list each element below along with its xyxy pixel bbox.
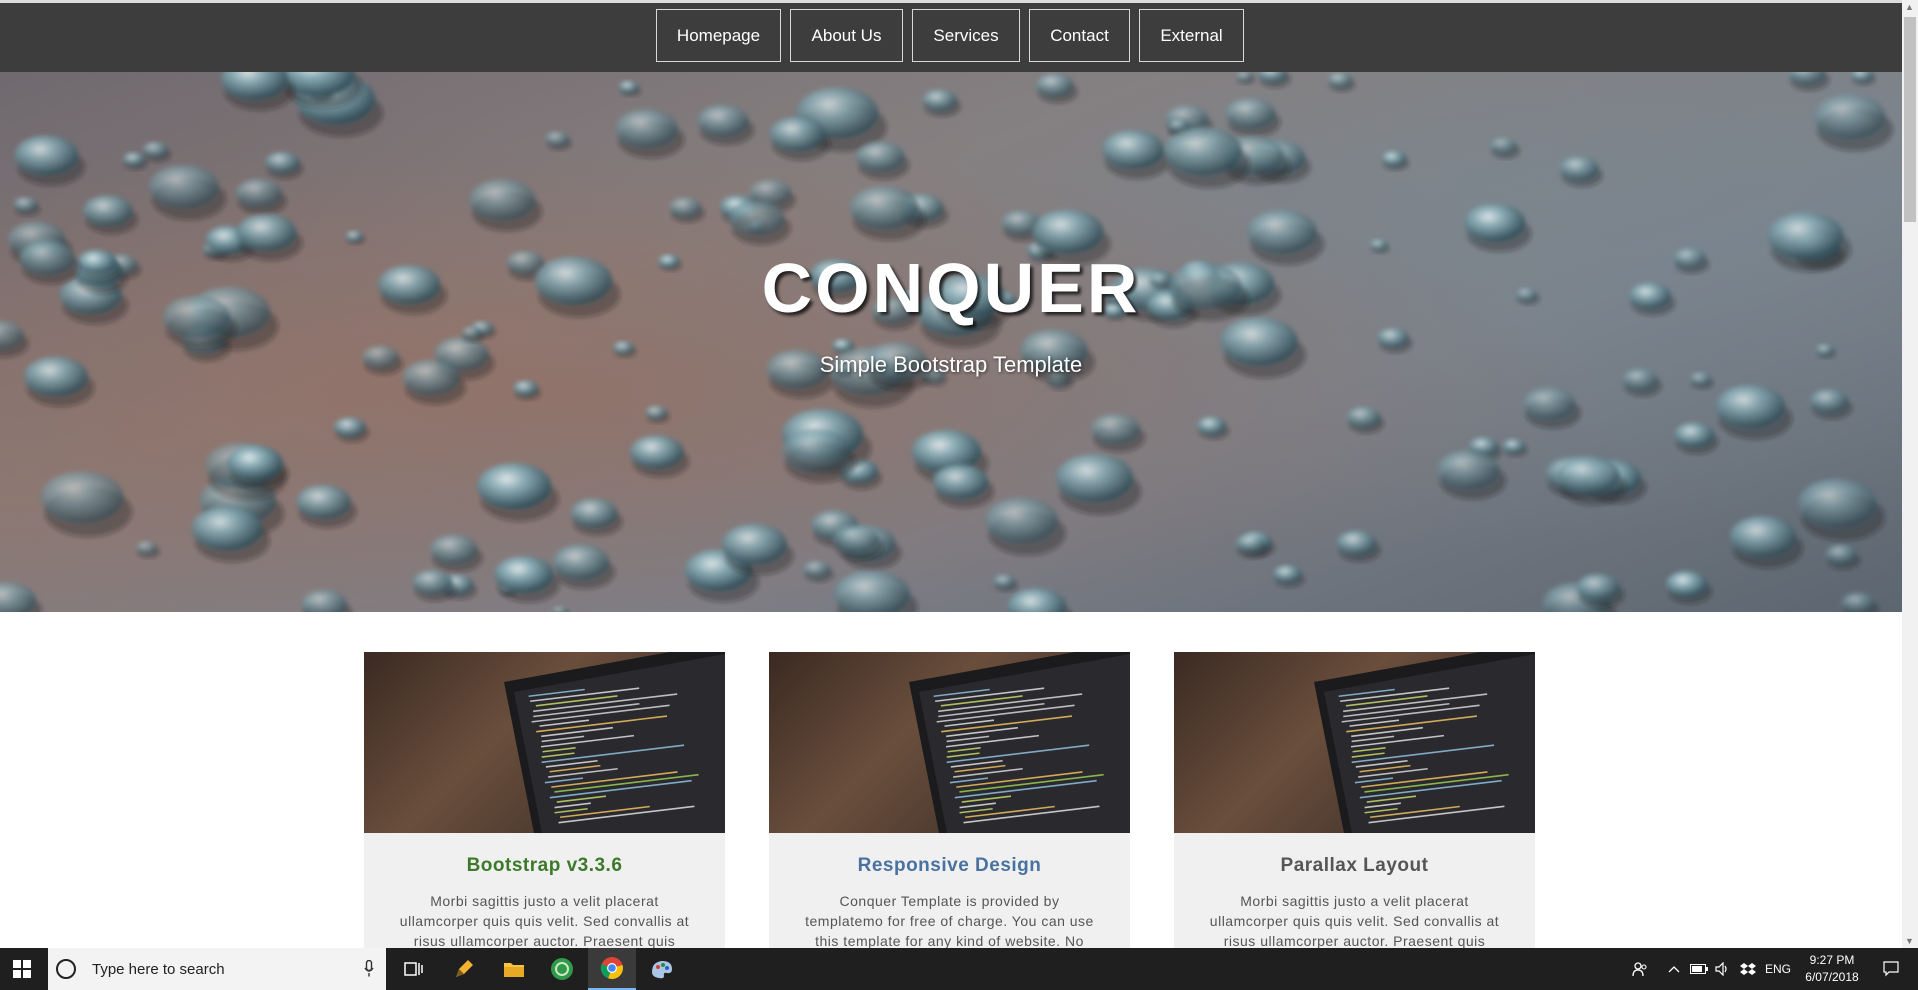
scroll-up-arrow-icon[interactable]: ▲ (1905, 2, 1914, 12)
chevron-up-icon[interactable] (1664, 948, 1684, 990)
volume-icon[interactable] (1712, 948, 1734, 990)
paint-icon[interactable] (638, 948, 686, 990)
clock-date: 6/07/2018 (1805, 970, 1859, 984)
cortana-icon (56, 959, 76, 979)
feature-card-parallax: Parallax Layout Morbi sagittis justo a v… (1174, 652, 1535, 952)
nav-services[interactable]: Services (912, 9, 1020, 62)
chrome-icon[interactable] (588, 948, 636, 990)
windows-start-icon[interactable] (0, 948, 44, 990)
card-title: Parallax Layout (1280, 855, 1429, 876)
feature-cards: Bootstrap v3.3.6 Morbi sagittis justo a … (364, 652, 1535, 952)
people-icon[interactable] (1628, 948, 1652, 990)
card-title: Responsive Design (857, 855, 1042, 876)
nav-contact[interactable]: Contact (1029, 9, 1130, 62)
hero-title: CONQUER (761, 249, 1141, 327)
clock[interactable]: 9:27 PM 6/07/2018 (1800, 952, 1864, 986)
language-indicator[interactable]: ENG (1762, 948, 1794, 990)
file-explorer-icon[interactable] (490, 948, 538, 990)
nav-menu: Homepage About Us Services Contact Exter… (656, 9, 1244, 62)
page-scrollbar[interactable]: ▲ ▼ (1902, 0, 1918, 948)
code-laptop-image (769, 652, 1130, 833)
green-app-icon[interactable] (538, 948, 586, 990)
card-text: Morbi sagittis justo a velit placerat ul… (1209, 893, 1500, 949)
task-view-icon[interactable] (390, 948, 438, 990)
card-text: Morbi sagittis justo a velit placerat ul… (399, 893, 690, 949)
dropbox-icon[interactable] (1736, 948, 1760, 990)
code-laptop-image (364, 652, 725, 833)
scroll-down-arrow-icon[interactable]: ▼ (1905, 936, 1914, 946)
hero-subtitle: Simple Bootstrap Template (819, 352, 1083, 377)
taskbar-search-box[interactable]: Type here to search (48, 948, 386, 990)
code-laptop-image (1174, 652, 1535, 833)
scrollbar-thumb[interactable] (1904, 17, 1916, 222)
action-center-icon[interactable] (1874, 948, 1908, 990)
windows-taskbar: Type here to search ENG 9:27 PM 6/07/201… (0, 948, 1918, 990)
nav-homepage[interactable]: Homepage (656, 9, 781, 62)
clock-time: 9:27 PM (1809, 953, 1855, 967)
hero-banner: CONQUER Simple Bootstrap Template (0, 72, 1902, 612)
nav-external[interactable]: External (1139, 9, 1244, 62)
water-drops-background (0, 72, 1893, 612)
feature-card-bootstrap: Bootstrap v3.3.6 Morbi sagittis justo a … (364, 652, 725, 952)
nav-about-us[interactable]: About Us (790, 9, 903, 62)
card-text: Conquer Template is provided by template… (805, 893, 1094, 949)
pen-app-icon[interactable] (440, 948, 488, 990)
search-placeholder: Type here to search (92, 960, 225, 978)
feature-card-responsive: Responsive Design Conquer Template is pr… (769, 652, 1130, 952)
microphone-icon[interactable] (364, 960, 374, 977)
battery-icon[interactable] (1688, 948, 1710, 990)
top-navbar: Homepage About Us Services Contact Exter… (0, 0, 1902, 72)
card-title: Bootstrap v3.3.6 (466, 855, 623, 876)
